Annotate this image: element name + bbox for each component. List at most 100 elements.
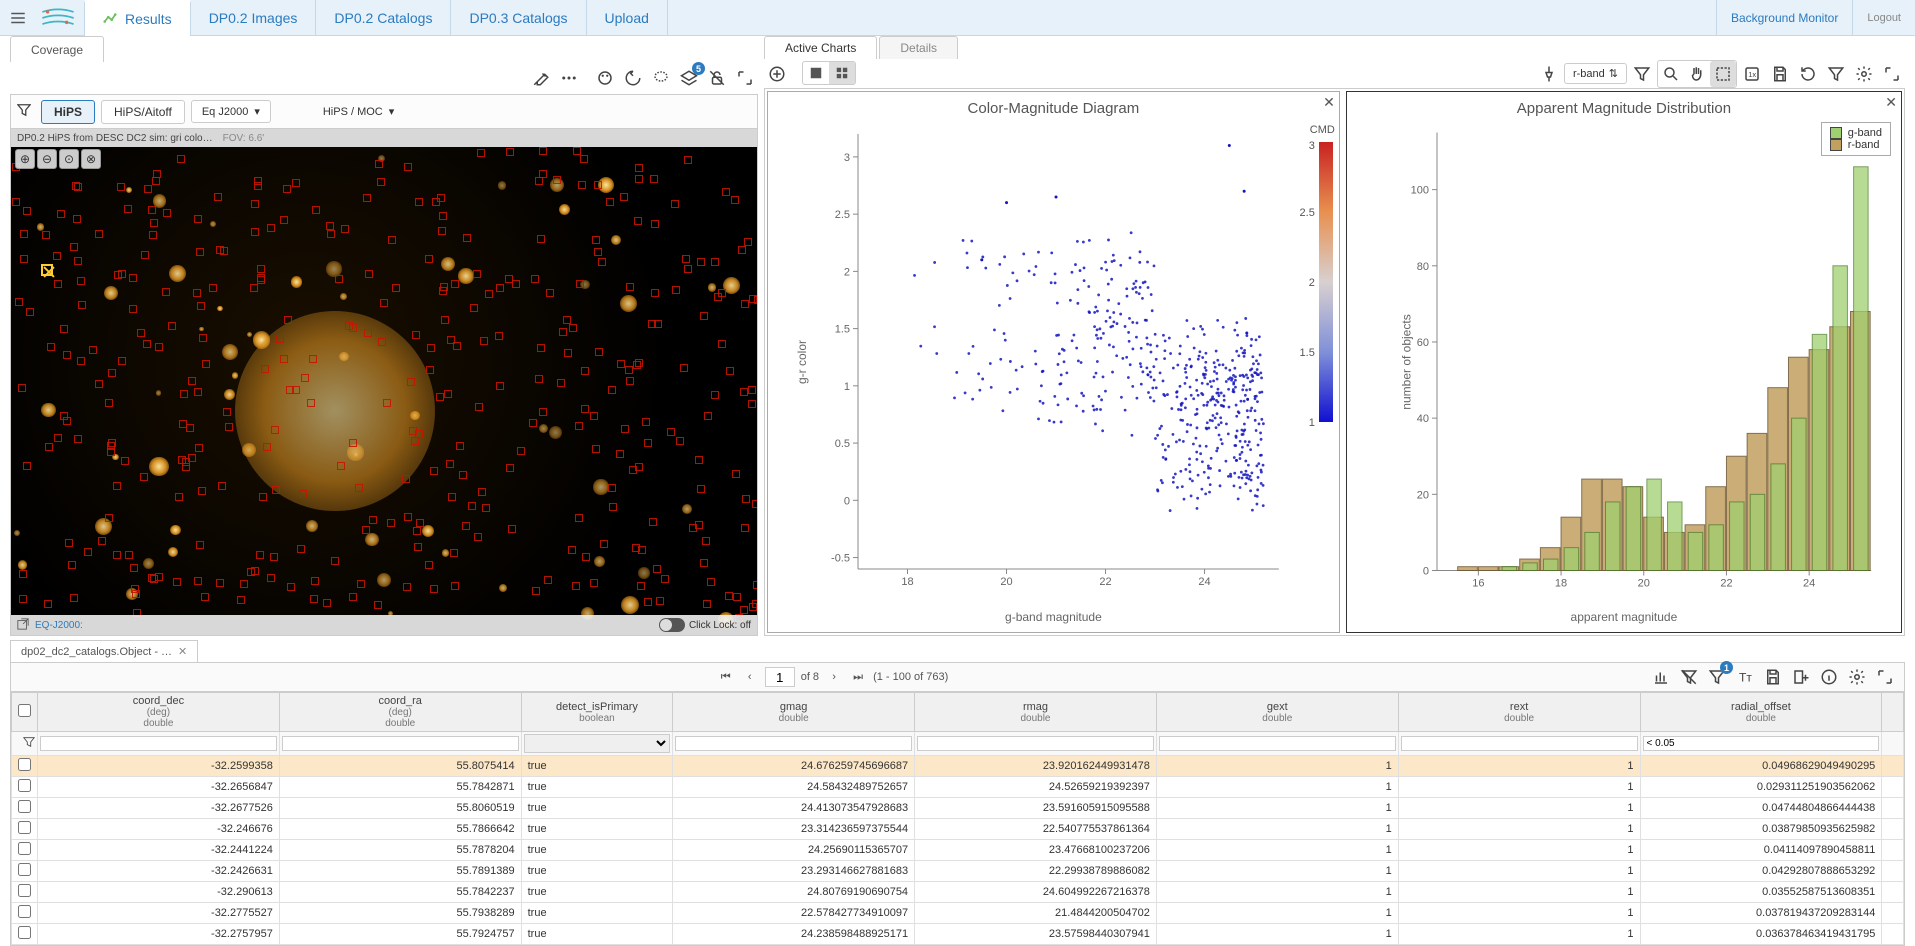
expand-icon[interactable] bbox=[732, 65, 758, 91]
filter-funnel-icon[interactable] bbox=[1823, 61, 1849, 87]
grid-view-icon[interactable] bbox=[829, 62, 855, 84]
add-chart-icon[interactable] bbox=[764, 61, 790, 87]
next-page-icon[interactable]: › bbox=[825, 668, 843, 686]
row-checkbox[interactable] bbox=[18, 905, 31, 918]
zoom-fit-icon[interactable]: ⊙ bbox=[59, 149, 79, 169]
logout-link[interactable]: Logout bbox=[1852, 0, 1915, 35]
row-checkbox[interactable] bbox=[18, 884, 31, 897]
col-radial[interactable]: radial_offsetdouble bbox=[1640, 693, 1882, 732]
table-row[interactable]: -32.29061355.7842237true 24.807691906907… bbox=[12, 882, 1904, 903]
filter-icon[interactable] bbox=[17, 103, 35, 120]
text-icon[interactable]: Tт bbox=[1732, 664, 1758, 690]
col-rmag[interactable]: rmagdouble bbox=[915, 693, 1157, 732]
hips-button[interactable]: HiPS bbox=[41, 100, 95, 124]
col-coord-dec[interactable]: coord_dec(deg)double bbox=[38, 693, 280, 732]
close-icon[interactable]: ✕ bbox=[178, 645, 187, 658]
page-input[interactable] bbox=[765, 667, 795, 687]
tab-dp02-images[interactable]: DP0.2 Images bbox=[191, 0, 317, 36]
tools-icon[interactable] bbox=[528, 65, 554, 91]
first-page-icon[interactable]: ⏮ bbox=[717, 668, 735, 686]
pan-tool-icon[interactable] bbox=[1684, 61, 1710, 87]
table-row[interactable]: -32.242663155.7891389true 23.29314662788… bbox=[12, 861, 1904, 882]
table-row[interactable]: -32.259935855.8075414true 24.67625974569… bbox=[12, 756, 1904, 777]
hips-aitoff-button[interactable]: HiPS/Aitoff bbox=[101, 100, 185, 124]
tab-details[interactable]: Details bbox=[879, 36, 958, 59]
last-page-icon[interactable]: ⏭ bbox=[849, 668, 867, 686]
band-select[interactable]: r-band⇅ bbox=[1564, 63, 1627, 84]
filter-gmag[interactable] bbox=[675, 736, 912, 751]
filter-icon[interactable] bbox=[1629, 61, 1655, 87]
info-icon[interactable] bbox=[1816, 664, 1842, 690]
expand-icon[interactable] bbox=[1872, 664, 1898, 690]
row-checkbox[interactable] bbox=[18, 779, 31, 792]
tab-active-charts[interactable]: Active Charts bbox=[764, 36, 877, 59]
select-tool-icon[interactable] bbox=[1710, 61, 1736, 87]
table-row[interactable]: -32.267752655.8060519true 24.41307354792… bbox=[12, 798, 1904, 819]
lock-crossed-icon[interactable] bbox=[704, 65, 730, 91]
col-rext[interactable]: rextdouble bbox=[1398, 693, 1640, 732]
tab-results[interactable]: Results bbox=[84, 0, 191, 36]
menu-icon[interactable] bbox=[0, 0, 36, 36]
filter-applied-icon[interactable]: 1 bbox=[1704, 664, 1730, 690]
tab-dp02-catalogs[interactable]: DP0.2 Catalogs bbox=[316, 0, 451, 36]
pin-icon[interactable] bbox=[1536, 61, 1562, 87]
color-icon[interactable] bbox=[592, 65, 618, 91]
zoom-out-icon[interactable]: ⊖ bbox=[37, 149, 57, 169]
filter-coord-ra[interactable] bbox=[282, 736, 519, 751]
zoom-reset-icon[interactable]: ⊗ bbox=[81, 149, 101, 169]
table-tab[interactable]: dp02_dc2_catalogs.Object - … ✕ bbox=[10, 640, 198, 662]
save-icon[interactable] bbox=[1767, 61, 1793, 87]
more-icon[interactable] bbox=[556, 65, 582, 91]
add-column-icon[interactable] bbox=[1788, 664, 1814, 690]
filter-detect[interactable] bbox=[524, 734, 671, 753]
histogram-plot[interactable]: 1618202224020406080100 bbox=[1397, 121, 1881, 602]
filter-coord-dec[interactable] bbox=[40, 736, 277, 751]
select-all-checkbox[interactable] bbox=[18, 704, 31, 717]
projection-select[interactable]: Eq J2000▾ bbox=[191, 100, 271, 123]
col-gmag[interactable]: gmagdouble bbox=[673, 693, 915, 732]
tab-upload[interactable]: Upload bbox=[587, 0, 668, 36]
table-row[interactable]: -32.265684755.7842871true 24.58432489752… bbox=[12, 777, 1904, 798]
filter-remove-icon[interactable] bbox=[1676, 664, 1702, 690]
table-row[interactable]: -32.277552755.7938289true 22.57842773491… bbox=[12, 903, 1904, 924]
filter-rext[interactable] bbox=[1401, 736, 1638, 751]
zoom-tool-icon[interactable] bbox=[1658, 61, 1684, 87]
row-checkbox[interactable] bbox=[18, 758, 31, 771]
filter-radial[interactable] bbox=[1643, 736, 1880, 751]
lasso-icon[interactable] bbox=[648, 65, 674, 91]
gear-icon[interactable] bbox=[1851, 61, 1877, 87]
table-row[interactable]: -32.244122455.7878204true 24.25690115365… bbox=[12, 840, 1904, 861]
prev-page-icon[interactable]: ‹ bbox=[741, 668, 759, 686]
row-checkbox[interactable] bbox=[18, 863, 31, 876]
col-gext[interactable]: gextdouble bbox=[1156, 693, 1398, 732]
row-checkbox[interactable] bbox=[18, 821, 31, 834]
hips-moc-select[interactable]: HiPS / MOC ▾ bbox=[313, 101, 404, 122]
filter-rmag[interactable] bbox=[917, 736, 1154, 751]
click-lock[interactable]: Click Lock: off bbox=[659, 618, 751, 632]
rotate-icon[interactable] bbox=[620, 65, 646, 91]
layers-icon[interactable]: 5 bbox=[676, 65, 702, 91]
expand-icon[interactable] bbox=[1879, 61, 1905, 87]
close-icon[interactable]: ✕ bbox=[1323, 94, 1335, 111]
background-monitor-link[interactable]: Background Monitor bbox=[1716, 0, 1852, 35]
reset-icon[interactable] bbox=[1795, 61, 1821, 87]
gear-icon[interactable] bbox=[1844, 664, 1870, 690]
col-coord-ra[interactable]: coord_ra(deg)double bbox=[279, 693, 521, 732]
toggle-icon[interactable] bbox=[659, 618, 685, 632]
close-icon[interactable]: ✕ bbox=[1885, 94, 1897, 111]
scatter-plot[interactable]: 18202224-0.500.511.522.53 bbox=[818, 121, 1319, 602]
chart-action-icon[interactable] bbox=[1648, 664, 1674, 690]
zoom-1x-icon[interactable]: 1x bbox=[1739, 61, 1765, 87]
popout-icon[interactable] bbox=[17, 618, 29, 633]
single-view-icon[interactable] bbox=[803, 62, 829, 84]
filter-gext[interactable] bbox=[1159, 736, 1396, 751]
zoom-in-icon[interactable]: ⊕ bbox=[15, 149, 35, 169]
row-checkbox[interactable] bbox=[18, 800, 31, 813]
sky-viewer[interactable]: DP0.2 HiPS from DESC DC2 sim: gri colo… … bbox=[10, 128, 758, 636]
col-detect[interactable]: detect_isPrimaryboolean bbox=[521, 693, 673, 732]
row-checkbox[interactable] bbox=[18, 842, 31, 855]
filter-icon[interactable] bbox=[23, 739, 35, 751]
table-row[interactable]: -32.24667655.7866642true 23.314236597375… bbox=[12, 819, 1904, 840]
tab-coverage[interactable]: Coverage bbox=[10, 36, 104, 62]
tab-dp03-catalogs[interactable]: DP0.3 Catalogs bbox=[451, 0, 586, 36]
